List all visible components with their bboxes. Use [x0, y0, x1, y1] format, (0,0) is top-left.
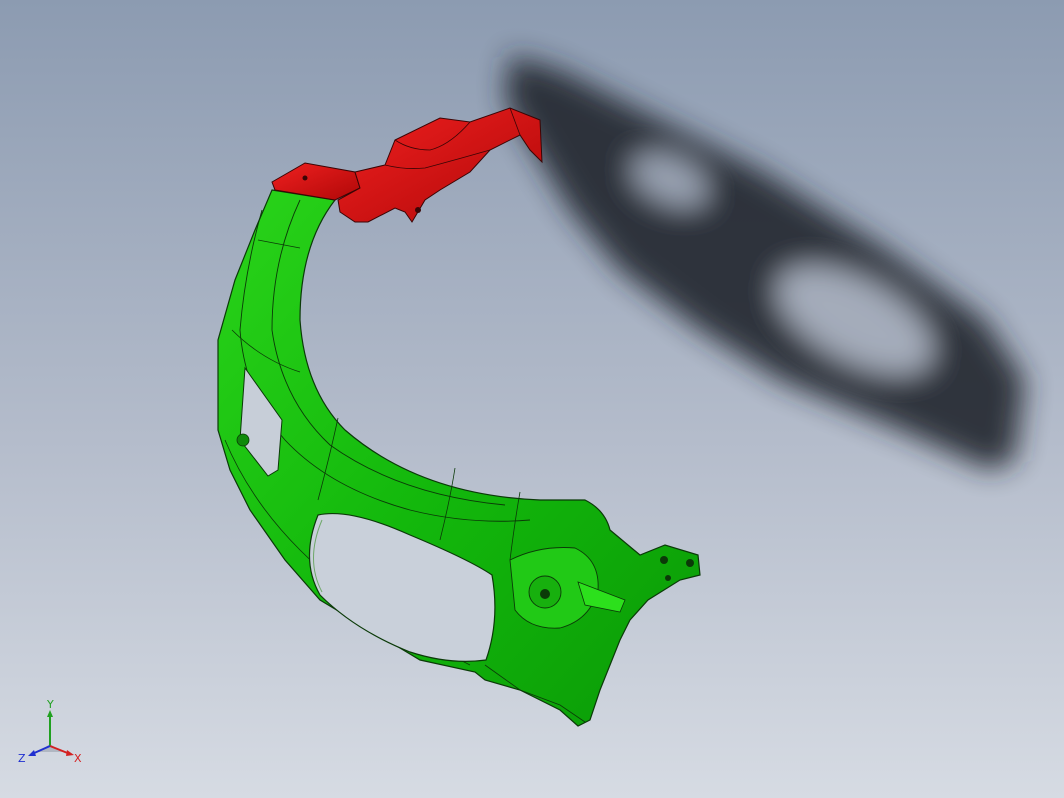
x-axis-label: X [74, 752, 82, 765]
z-axis-arrow [28, 750, 36, 756]
x-axis-arrow [66, 750, 74, 756]
y-axis-arrow [47, 710, 53, 717]
3d-model-view[interactable] [0, 0, 1064, 798]
z-axis-label: Z [18, 752, 26, 765]
coordinate-triad: Y X Z [18, 698, 82, 765]
graphics-viewport[interactable]: Y X Z [0, 0, 1064, 798]
y-axis-label: Y [46, 698, 54, 711]
